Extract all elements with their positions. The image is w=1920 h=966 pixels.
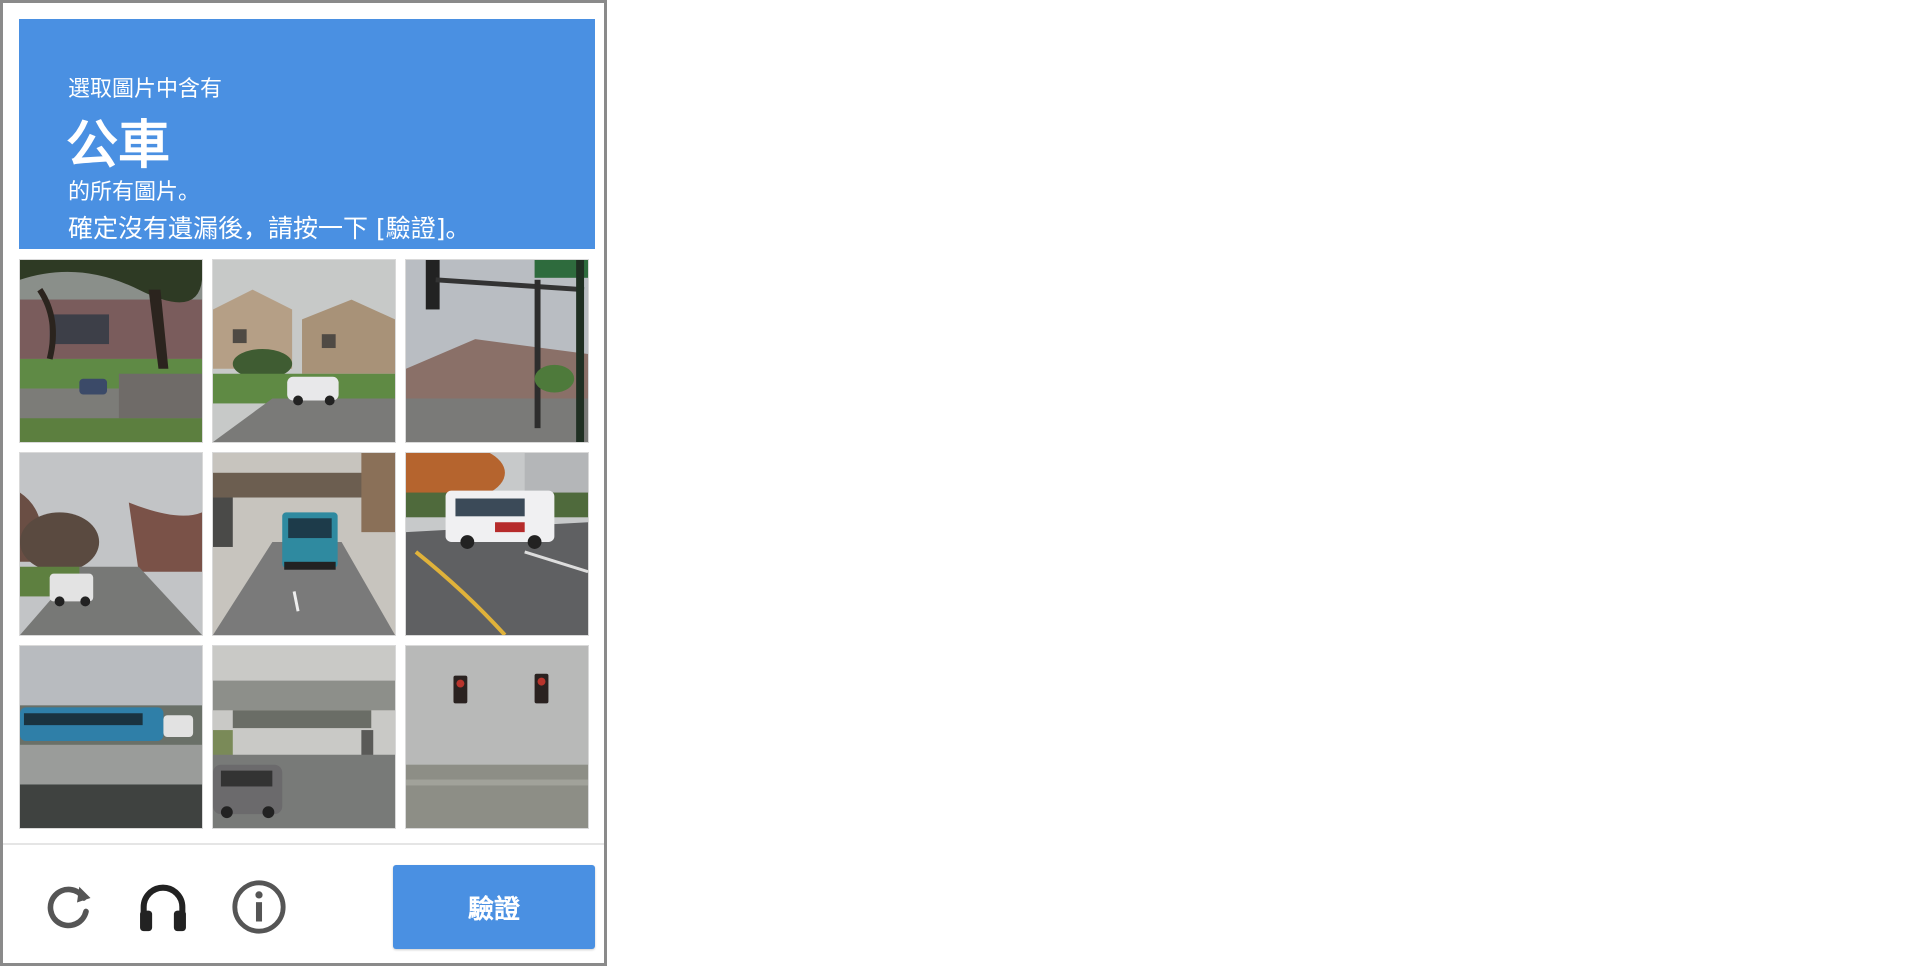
road-trees-white-truck-image (20, 453, 202, 635)
instruction-header: 選取圖片中含有 公車 的所有圖片。 確定沒有遺漏後，請按一下 [驗證]。 (19, 19, 595, 249)
image-grid (19, 259, 595, 831)
footer-divider (3, 843, 604, 845)
image-tile-3[interactable] (405, 259, 589, 443)
reload-button[interactable] (36, 875, 100, 939)
verify-button[interactable]: 驗證 (393, 865, 595, 949)
bus-under-bridge-image (213, 453, 395, 635)
help-button[interactable] (227, 875, 291, 939)
captcha-dialog: 選取圖片中含有 公車 的所有圖片。 確定沒有遺漏後，請按一下 [驗證]。 驗證 (0, 0, 607, 966)
image-tile-9[interactable] (405, 645, 589, 829)
image-tile-6[interactable] (405, 452, 589, 636)
traffic-light-street-sign-image (406, 260, 588, 442)
traffic-lights-image (406, 646, 588, 828)
image-tile-8[interactable] (212, 645, 396, 829)
info-icon (232, 880, 286, 934)
audio-challenge-button[interactable] (131, 875, 195, 939)
bridge-suv-image (213, 646, 395, 828)
image-tile-5[interactable] (212, 452, 396, 636)
instruction-keyword: 公車 (66, 116, 171, 176)
coach-bus-highway-image (20, 646, 202, 828)
reload-icon (47, 886, 91, 929)
image-tile-7[interactable] (19, 645, 203, 829)
instruction-line-2: 的所有圖片。 (68, 180, 201, 205)
houses-white-car-image (213, 260, 395, 442)
instruction-line-3: 確定沒有遺漏後，請按一下 [驗證]。 (68, 214, 471, 243)
image-tile-1[interactable] (19, 259, 203, 443)
image-tile-4[interactable] (19, 452, 203, 636)
tree-parking-lot-image (20, 260, 202, 442)
instruction-line-1: 選取圖片中含有 (68, 77, 223, 102)
image-tile-2[interactable] (212, 259, 396, 443)
shuttle-bus-road-image (406, 453, 588, 635)
headphones-icon (140, 884, 186, 932)
